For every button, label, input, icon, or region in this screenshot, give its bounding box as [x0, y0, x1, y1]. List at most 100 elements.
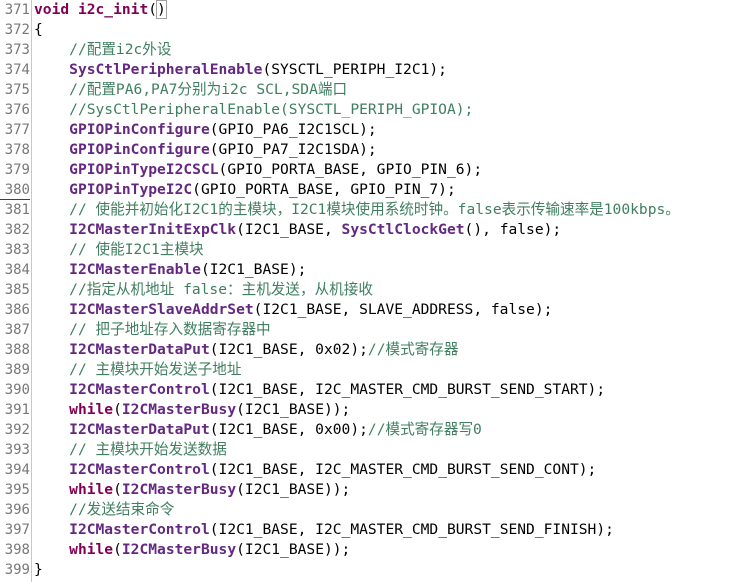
code-text[interactable]: I2CMasterControl(I2C1_BASE, I2C_MASTER_C… [34, 380, 605, 400]
code-token: ( [113, 541, 122, 558]
code-text[interactable]: //配置i2c外设 [34, 40, 171, 60]
code-line[interactable]: 386 I2CMasterSlaveAddrSet(I2C1_BASE, SLA… [0, 300, 752, 320]
code-line[interactable]: 395 while(I2CMasterBusy(I2C1_BASE)); [0, 480, 752, 500]
code-line[interactable]: 383 // 使能I2C1主模块 [0, 240, 752, 260]
code-text[interactable]: I2CMasterInitExpClk(I2C1_BASE, SysCtlClo… [34, 220, 561, 240]
line-number: 382 [0, 220, 30, 240]
code-token: (I2C1_BASE, I2C_MASTER_CMD_BURST_SEND_CO… [209, 461, 597, 478]
code-text[interactable]: I2CMasterDataPut(I2C1_BASE, 0x00);//模式寄存… [34, 420, 482, 440]
code-line[interactable]: 390 I2CMasterControl(I2C1_BASE, I2C_MAST… [0, 380, 752, 400]
code-line[interactable]: 380 GPIOPinTypeI2C(GPIO_PORTA_BASE, GPIO… [0, 180, 752, 200]
code-line[interactable]: 377 GPIOPinConfigure(GPIO_PA6_I2C1SCL); [0, 120, 752, 140]
code-text[interactable]: //SysCtlPeripheralEnable(SYSCTL_PERIPH_G… [34, 100, 473, 120]
code-text[interactable]: GPIOPinConfigure(GPIO_PA7_I2C1SDA); [34, 140, 377, 160]
code-token: (GPIO_PA6_I2C1SCL); [209, 121, 377, 138]
code-line[interactable]: 394 I2CMasterControl(I2C1_BASE, I2C_MAST… [0, 460, 752, 480]
line-number: 387 [0, 320, 30, 340]
code-line[interactable]: 393 // 主模块开始发送数据 [0, 440, 752, 460]
code-text[interactable]: GPIOPinTypeI2CSCL(GPIO_PORTA_BASE, GPIO_… [34, 160, 482, 180]
code-text[interactable]: GPIOPinConfigure(GPIO_PA6_I2C1SCL); [34, 120, 377, 140]
line-number: 389 [0, 360, 30, 380]
function-token: I2CMasterControl [69, 461, 210, 478]
code-text[interactable]: while(I2CMasterBusy(I2C1_BASE)); [34, 480, 350, 500]
comment-token: // 使能I2C1主模块 [69, 241, 204, 258]
code-line[interactable]: 376 //SysCtlPeripheralEnable(SYSCTL_PERI… [0, 100, 752, 120]
line-number: 374 [0, 60, 30, 80]
line-number: 386 [0, 300, 30, 320]
comment-token: //指定从机地址 false：主机发送，从机接收 [69, 281, 373, 298]
code-line[interactable]: 391 while(I2CMasterBusy(I2C1_BASE)); [0, 400, 752, 420]
comment-token: //模式寄存器写0 [367, 421, 482, 438]
code-line[interactable]: 374 SysCtlPeripheralEnable(SYSCTL_PERIPH… [0, 60, 752, 80]
code-line[interactable]: 373 //配置i2c外设 [0, 40, 752, 60]
code-line[interactable]: 387 // 把子地址存入数据寄存器中 [0, 320, 752, 340]
code-text[interactable]: // 主模块开始发送数据 [34, 440, 227, 460]
line-number: 383 [0, 240, 30, 260]
code-text[interactable]: GPIOPinTypeI2C(GPIO_PORTA_BASE, GPIO_PIN… [34, 180, 456, 200]
code-line[interactable]: 389 // 主模块开始发送子地址 [0, 360, 752, 380]
code-text[interactable]: // 把子地址存入数据寄存器中 [34, 320, 271, 340]
code-text[interactable]: //指定从机地址 false：主机发送，从机接收 [34, 280, 373, 300]
code-text[interactable]: while(I2CMasterBusy(I2C1_BASE)); [34, 540, 350, 560]
code-line[interactable]: 382 I2CMasterInitExpClk(I2C1_BASE, SysCt… [0, 220, 752, 240]
code-text[interactable]: //配置PA6,PA7分别为i2c SCL,SDA端口 [34, 80, 347, 100]
code-text[interactable]: } [34, 560, 43, 580]
code-token: (I2C1_BASE)); [236, 541, 351, 558]
function-token: I2CMasterDataPut [69, 341, 210, 358]
code-text[interactable]: I2CMasterControl(I2C1_BASE, I2C_MASTER_C… [34, 460, 596, 480]
keyword-token: while [69, 401, 114, 418]
function-token: I2CMasterBusy [121, 541, 237, 558]
code-line[interactable]: 372{ [0, 20, 752, 40]
code-text[interactable]: I2CMasterControl(I2C1_BASE, I2C_MASTER_C… [34, 520, 614, 540]
code-text[interactable]: // 使能并初始化I2C1的主模块，I2C1模块使用系统时钟。false表示传输… [34, 200, 680, 220]
code-line[interactable]: 396 //发送结束命令 [0, 500, 752, 520]
function-token: GPIOPinConfigure [69, 121, 210, 138]
code-line[interactable]: 392 I2CMasterDataPut(I2C1_BASE, 0x00);//… [0, 420, 752, 440]
code-line[interactable]: 398 while(I2CMasterBusy(I2C1_BASE)); [0, 540, 752, 560]
code-editor[interactable]: 371 void i2c_init() 372{373 //配置i2c外设 374 S… [0, 0, 752, 582]
code-text[interactable]: I2CMasterEnable(I2C1_BASE); [34, 260, 306, 280]
code-text[interactable]: //发送结束命令 [34, 500, 174, 520]
code-text[interactable]: void i2c_init() [34, 0, 167, 20]
line-number: 398 [0, 540, 30, 560]
code-text[interactable]: I2CMasterDataPut(I2C1_BASE, 0x02);//模式寄存… [34, 340, 458, 360]
code-line[interactable]: 388 I2CMasterDataPut(I2C1_BASE, 0x02);//… [0, 340, 752, 360]
code-line[interactable]: 379 GPIOPinTypeI2CSCL(GPIO_PORTA_BASE, G… [0, 160, 752, 180]
code-text[interactable]: // 使能I2C1主模块 [34, 240, 204, 260]
code-line[interactable]: 378 GPIOPinConfigure(GPIO_PA7_I2C1SDA); [0, 140, 752, 160]
code-line[interactable]: 381 // 使能并初始化I2C1的主模块，I2C1模块使用系统时钟。false… [0, 200, 752, 220]
code-token: ( [113, 401, 122, 418]
code-line[interactable]: 375 //配置PA6,PA7分别为i2c SCL,SDA端口 [0, 80, 752, 100]
function-token: I2CMasterSlaveAddrSet [69, 301, 254, 318]
keyword-token: while [69, 541, 114, 558]
code-token: (GPIO_PA7_I2C1SDA); [209, 141, 377, 158]
code-token: (I2C1_BASE, I2C_MASTER_CMD_BURST_SEND_FI… [209, 521, 614, 538]
line-number: 396 [0, 500, 30, 520]
line-number: 380 [0, 180, 30, 200]
code-line[interactable]: 371 void i2c_init() [0, 0, 752, 20]
code-token: (GPIO_PORTA_BASE, GPIO_PIN_7); [192, 181, 456, 198]
code-token: (I2C1_BASE, 0x02); [209, 341, 368, 358]
code-text[interactable]: SysCtlPeripheralEnable(SYSCTL_PERIPH_I2C… [34, 60, 447, 80]
code-text[interactable]: I2CMasterSlaveAddrSet(I2C1_BASE, SLAVE_A… [34, 300, 552, 320]
code-line[interactable]: 384 I2CMasterEnable(I2C1_BASE); [0, 260, 752, 280]
keyword-token: i2c_init [77, 1, 149, 18]
code-text[interactable]: while(I2CMasterBusy(I2C1_BASE)); [34, 400, 350, 420]
code-line[interactable]: 385 //指定从机地址 false：主机发送，从机接收 [0, 280, 752, 300]
code-line[interactable]: 397 I2CMasterControl(I2C1_BASE, I2C_MAST… [0, 520, 752, 540]
code-text[interactable]: // 主模块开始发送子地址 [34, 360, 241, 380]
code-text[interactable]: { [34, 20, 43, 40]
code-line[interactable]: 399} [0, 560, 752, 580]
function-token: I2CMasterEnable [69, 261, 201, 278]
